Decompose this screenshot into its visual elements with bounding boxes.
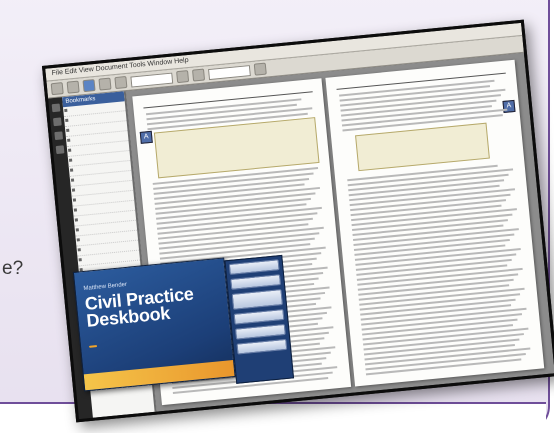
expand-icon[interactable] <box>78 258 82 262</box>
product-menu-button[interactable] <box>235 323 286 340</box>
bookmarks-icon[interactable] <box>53 117 62 127</box>
comments-icon[interactable] <box>55 145 65 155</box>
email-icon[interactable] <box>82 79 96 93</box>
product-menu-button[interactable] <box>230 274 282 290</box>
page-number-field[interactable] <box>130 72 174 88</box>
expand-icon[interactable] <box>68 148 72 152</box>
expand-icon[interactable] <box>75 228 79 232</box>
software-screenshot: File Edit View Document Tools Window Hel… <box>41 19 554 423</box>
expand-icon[interactable] <box>76 238 80 242</box>
previous-page-icon[interactable] <box>98 77 112 91</box>
product-menu-button[interactable] <box>228 259 280 275</box>
expand-icon[interactable] <box>71 188 76 192</box>
note-marker-icon[interactable]: A <box>139 130 153 144</box>
product-menu-button[interactable] <box>233 309 285 325</box>
expand-icon[interactable] <box>72 198 77 202</box>
expand-icon[interactable] <box>68 158 73 162</box>
next-page-icon[interactable] <box>114 75 128 90</box>
print-icon[interactable] <box>66 80 80 94</box>
edition-badge <box>88 345 98 348</box>
product-menu-button[interactable] <box>236 338 288 355</box>
expand-icon[interactable] <box>77 248 81 252</box>
search-icon[interactable] <box>253 62 267 76</box>
expand-icon[interactable] <box>64 108 68 113</box>
note-marker-icon[interactable]: A <box>502 99 516 113</box>
expand-icon[interactable] <box>67 138 71 142</box>
zoom-out-icon[interactable] <box>176 70 190 84</box>
product-splash: Matthew Bender Civil Practice Deskbook <box>72 257 236 392</box>
expand-icon[interactable] <box>65 118 69 123</box>
expand-icon[interactable] <box>69 168 74 172</box>
expand-icon[interactable] <box>73 208 78 212</box>
expand-icon[interactable] <box>66 128 70 132</box>
document-page-right: A <box>325 59 545 387</box>
open-icon[interactable] <box>50 82 64 96</box>
product-menu-button[interactable] <box>231 289 283 310</box>
expand-icon[interactable] <box>70 178 75 182</box>
zoom-field[interactable] <box>207 64 251 80</box>
pages-icon[interactable] <box>51 103 61 113</box>
cropped-text: e? <box>2 258 24 279</box>
product-menu <box>224 254 295 384</box>
zoom-in-icon[interactable] <box>191 68 206 82</box>
attachments-icon[interactable] <box>54 131 64 141</box>
annotation-box[interactable] <box>355 122 490 172</box>
product-title: Civil Practice Deskbook <box>84 284 196 331</box>
expand-icon[interactable] <box>74 218 79 222</box>
